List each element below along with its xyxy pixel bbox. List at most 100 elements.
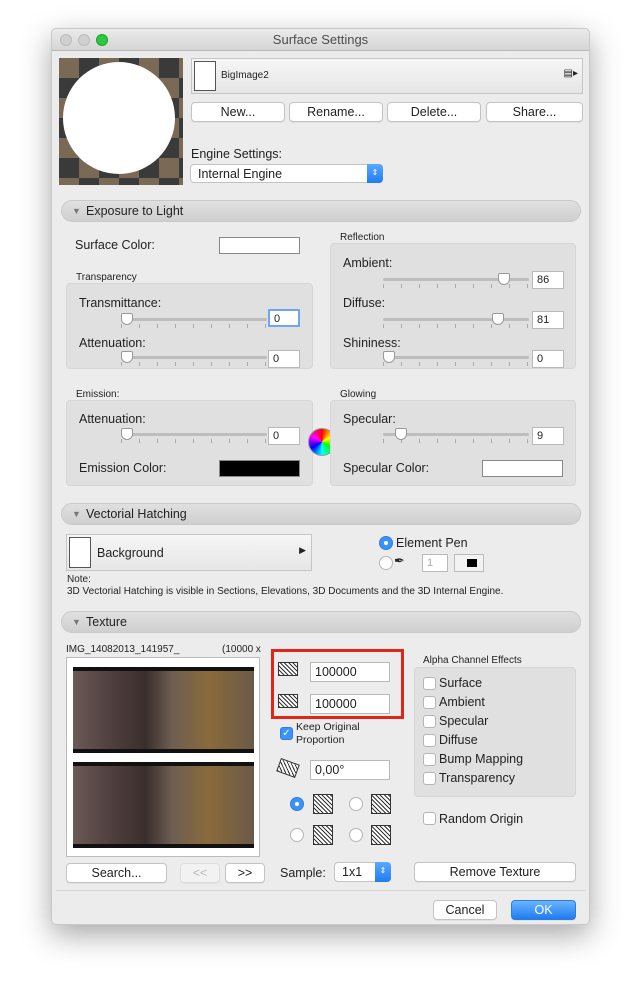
disclosure-triangle-icon: ▼	[72, 206, 81, 216]
attenuation-input[interactable]: 0	[268, 350, 300, 368]
close-button[interactable]	[60, 34, 72, 46]
section-exposure-to-light[interactable]: ▼ Exposure to Light	[61, 200, 581, 222]
element-pen-radio[interactable]	[379, 536, 393, 550]
rename-button[interactable]: Rename...	[289, 102, 383, 122]
section-title: Texture	[86, 615, 127, 629]
emission-attenuation-slider[interactable]	[121, 428, 267, 443]
next-button[interactable]: >>	[225, 863, 265, 883]
slider-thumb[interactable]	[121, 428, 133, 440]
texture-height-icon	[278, 694, 298, 708]
hatch-align-icon	[371, 825, 391, 845]
texture-image	[73, 762, 254, 848]
pen-icon: ✒	[394, 553, 405, 568]
element-pen-label[interactable]: Element Pen	[396, 536, 468, 550]
fill-name: Background	[97, 546, 164, 560]
alpha-effect-checkbox[interactable]	[423, 715, 436, 728]
slider-thumb[interactable]	[121, 351, 133, 363]
share-button[interactable]: Share...	[486, 102, 583, 122]
section-texture[interactable]: ▼ Texture	[61, 611, 581, 633]
alpha-effect-checkbox[interactable]	[423, 696, 436, 709]
shininess-input[interactable]: 0	[532, 350, 564, 368]
delete-button[interactable]: Delete...	[387, 102, 481, 122]
cancel-button[interactable]: Cancel	[433, 900, 497, 920]
surface-color-swatch[interactable]	[219, 237, 300, 254]
window-title: Surface Settings	[272, 32, 369, 47]
engine-select-value: Internal Engine	[198, 167, 283, 181]
note-label: Note:	[67, 574, 91, 585]
alignment-radio-4[interactable]	[349, 828, 363, 842]
random-origin-checkbox[interactable]	[423, 812, 436, 825]
slider-thumb[interactable]	[395, 428, 408, 440]
zoom-button[interactable]	[96, 34, 108, 46]
shininess-slider[interactable]	[383, 351, 529, 366]
specular-slider[interactable]	[383, 428, 529, 443]
hatch-align-icon	[313, 794, 333, 814]
slider-thumb[interactable]	[383, 351, 395, 363]
fill-selector[interactable]: Background ▶	[66, 534, 312, 571]
ok-button[interactable]: OK	[511, 900, 576, 920]
emission-color-label: Emission Color:	[79, 461, 167, 475]
keep-proportion-line2: Proportion	[296, 734, 345, 746]
texture-width-icon	[278, 662, 298, 676]
shininess-label: Shininess:	[343, 336, 401, 350]
pen-color-picker[interactable]	[454, 554, 484, 572]
engine-settings-label: Engine Settings:	[191, 147, 283, 161]
chevron-right-icon: ▶	[299, 545, 306, 555]
alpha-effect-checkbox[interactable]	[423, 753, 436, 766]
search-button[interactable]: Search...	[66, 863, 167, 883]
minimize-button[interactable]	[78, 34, 90, 46]
texture-file-name: IMG_14082013_141957_	[66, 644, 180, 655]
emission-attenuation-label: Attenuation:	[79, 412, 146, 426]
hatch-align-icon	[371, 794, 391, 814]
texture-angle-icon	[276, 758, 300, 778]
ambient-slider[interactable]	[383, 273, 529, 288]
texture-angle-input[interactable]: 0,00°	[310, 760, 390, 780]
hatch-align-icon	[313, 825, 333, 845]
emission-attenuation-input[interactable]: 0	[268, 427, 300, 445]
remove-texture-button[interactable]: Remove Texture	[414, 862, 576, 882]
custom-pen-radio[interactable]	[379, 556, 393, 570]
alignment-radio-1[interactable]	[290, 797, 304, 811]
alignment-radio-2[interactable]	[349, 797, 363, 811]
sample-select[interactable]: 1x1 ⇕	[334, 862, 391, 882]
alpha-effect-label: Bump Mapping	[439, 752, 524, 766]
updown-chevron-icon: ⇕	[367, 164, 383, 183]
alpha-effect-checkbox[interactable]	[423, 677, 436, 690]
sample-select-value: 1x1	[342, 865, 363, 879]
pen-number-input[interactable]: 1	[422, 554, 448, 572]
slider-thumb[interactable]	[121, 313, 133, 325]
keep-proportion-checkbox[interactable]: ✓	[280, 727, 293, 740]
disclosure-triangle-icon: ▼	[72, 509, 81, 519]
material-name: BigImage2	[221, 70, 269, 81]
attenuation-label: Attenuation:	[79, 336, 146, 350]
alpha-effect-label: Diffuse	[439, 733, 478, 747]
diffuse-input[interactable]: 81	[532, 311, 564, 329]
random-origin-label: Random Origin	[439, 812, 524, 826]
alpha-effect-checkbox[interactable]	[423, 734, 436, 747]
transmittance-input[interactable]: 0	[268, 309, 300, 327]
divider	[56, 890, 586, 891]
alpha-effect-label: Ambient	[439, 695, 485, 709]
previous-button[interactable]: <<	[180, 863, 220, 883]
engine-select[interactable]: Internal Engine ⇕	[190, 164, 383, 183]
fill-swatch	[69, 537, 91, 568]
alignment-radio-3[interactable]	[290, 828, 304, 842]
specular-color-swatch[interactable]	[482, 460, 563, 477]
texture-height-input[interactable]: 100000	[310, 694, 390, 714]
section-vectorial-hatching[interactable]: ▼ Vectorial Hatching	[61, 503, 581, 525]
material-menu-icon[interactable]: ▤▸	[564, 68, 578, 79]
alpha-effect-checkbox[interactable]	[423, 772, 436, 785]
texture-width-input[interactable]: 100000	[310, 662, 390, 682]
slider-thumb[interactable]	[491, 313, 504, 325]
diffuse-slider[interactable]	[383, 313, 529, 328]
ambient-input[interactable]: 86	[532, 271, 564, 289]
emission-color-swatch[interactable]	[219, 460, 300, 477]
material-selector[interactable]: BigImage2 ▤▸	[191, 58, 583, 94]
transmittance-slider[interactable]	[121, 313, 267, 328]
section-title: Vectorial Hatching	[86, 507, 187, 521]
new-button[interactable]: New...	[191, 102, 285, 122]
hatching-note: 3D Vectorial Hatching is visible in Sect…	[67, 586, 504, 597]
specular-input[interactable]: 9	[532, 427, 564, 445]
material-swatch	[194, 61, 216, 91]
attenuation-slider[interactable]	[121, 351, 267, 366]
